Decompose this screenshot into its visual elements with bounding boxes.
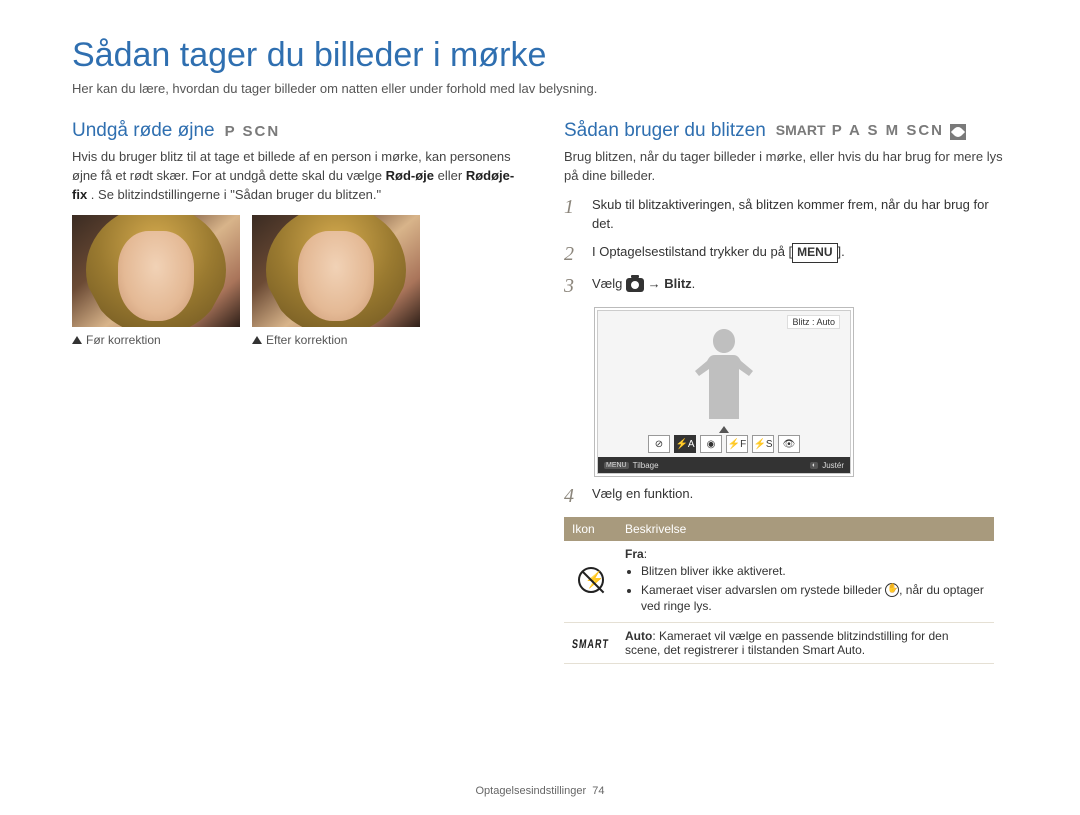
- camera-screen-preview: Blitz : Auto ⊘ ⚡A ◉ ⚡F ⚡S 👁 MENU Tilbage …: [594, 307, 854, 477]
- footer-section: Optagelsesindstillinger: [475, 785, 586, 797]
- menu-chip: MENU: [604, 462, 629, 469]
- row-title: Fra: [625, 547, 644, 561]
- left-paragraph: Hvis du bruger blitz til at tage et bill…: [72, 148, 516, 205]
- footer-page-number: 74: [592, 785, 604, 797]
- smart-auto-icon: SMART: [571, 637, 609, 651]
- redeye-fix-small-icon: 👁: [778, 435, 800, 453]
- redeye-option-1: Rød-øje: [386, 168, 434, 183]
- step-3-text: Vælg → Blitz.: [592, 275, 695, 294]
- left-modes: P SCN: [225, 123, 281, 140]
- redeye-small-icon: ◉: [700, 435, 722, 453]
- step-1: 1 Skub til blitzaktiveringen, så blitzen…: [564, 196, 1008, 234]
- th-desc: Beskrivelse: [617, 517, 994, 541]
- left-heading: Undgå røde øjne P SCN: [72, 120, 516, 142]
- table-row: Fra: Blitzen bliver ikke aktiveret. Kame…: [564, 541, 994, 622]
- shake-warning-icon: [885, 583, 899, 597]
- flash-off-icon: [578, 567, 604, 593]
- row-bullet: Blitzen bliver ikke aktiveret.: [641, 563, 986, 579]
- step-number: 3: [564, 275, 582, 297]
- menu-button-label: MENU: [792, 243, 837, 262]
- flash-slow-small-icon: ⚡S: [752, 435, 774, 453]
- person-silhouette-icon: [684, 323, 764, 423]
- flash-auto-small-icon: ⚡A: [674, 435, 696, 453]
- screen-flash-label: Blitz : Auto: [787, 315, 840, 329]
- right-heading: Sådan bruger du blitzen SMART P A S M SC…: [564, 120, 1008, 142]
- step-1-text: Skub til blitzaktiveringen, så blitzen k…: [592, 196, 1008, 234]
- page-footer: Optagelsesindstillinger 74: [0, 785, 1080, 797]
- row-bullet: Kameraet viser advarslen om rystede bill…: [641, 582, 986, 614]
- flash-off-small-icon: ⊘: [648, 435, 670, 453]
- right-modes: SMART P A S M SCN: [776, 122, 966, 139]
- adjust-chip-icon: ◐: [810, 462, 818, 469]
- step-number: 1: [564, 196, 582, 218]
- triangle-up-icon: [252, 336, 262, 344]
- row-desc: Auto: Kameraet vil vælge en passende bli…: [617, 622, 994, 663]
- caption-before-text: Før korrektion: [86, 333, 161, 347]
- step-2-text: I Optagelsestilstand trykker du på [MENU…: [592, 243, 845, 262]
- scene-badge-icon: [950, 124, 966, 140]
- step-4: 4 Vælg en funktion.: [564, 485, 1008, 507]
- flash-fill-small-icon: ⚡F: [726, 435, 748, 453]
- left-para-c: . Se blitzindstillingerne i "Sådan bruge…: [91, 187, 381, 202]
- caption-before: Før korrektion: [72, 333, 240, 347]
- step-4-text: Vælg en funktion.: [592, 485, 693, 504]
- left-heading-text: Undgå røde øjne: [72, 120, 215, 142]
- step-2: 2 I Optagelsestilstand trykker du på [ME…: [564, 243, 1008, 265]
- sample-photo-after: [252, 215, 420, 327]
- right-intro: Brug blitzen, når du tager billeder i mø…: [564, 148, 1008, 186]
- camera-icon: [626, 278, 644, 292]
- step-number: 4: [564, 485, 582, 507]
- adjust-label: Justér: [822, 461, 844, 470]
- page-subtitle: Her kan du lære, hvordan du tager billed…: [72, 81, 1008, 96]
- right-column: Sådan bruger du blitzen SMART P A S M SC…: [564, 120, 1008, 664]
- left-column: Undgå røde øjne P SCN Hvis du bruger bli…: [72, 120, 516, 664]
- caption-after: Efter korrektion: [252, 333, 420, 347]
- left-para-mid: eller: [438, 168, 466, 183]
- screen-bottom-bar: MENU Tilbage ◐ Justér: [598, 457, 850, 473]
- flash-mode-icons-row: ⊘ ⚡A ◉ ⚡F ⚡S 👁: [648, 435, 800, 453]
- triangle-up-icon: [72, 336, 82, 344]
- table-row: SMART Auto: Kameraet vil vælge en passen…: [564, 622, 994, 663]
- sample-photo-before: [72, 215, 240, 327]
- flash-options-table: Ikon Beskrivelse Fra: Blitzen bliver ikk…: [564, 517, 994, 664]
- step-number: 2: [564, 243, 582, 265]
- up-arrow-icon: [719, 426, 729, 433]
- caption-after-text: Efter korrektion: [266, 333, 347, 347]
- page-title: Sådan tager du billeder i mørke: [72, 36, 1008, 75]
- back-label: Tilbage: [633, 461, 659, 470]
- right-heading-text: Sådan bruger du blitzen: [564, 120, 766, 142]
- step-3: 3 Vælg → Blitz.: [564, 275, 1008, 297]
- th-icon: Ikon: [564, 517, 617, 541]
